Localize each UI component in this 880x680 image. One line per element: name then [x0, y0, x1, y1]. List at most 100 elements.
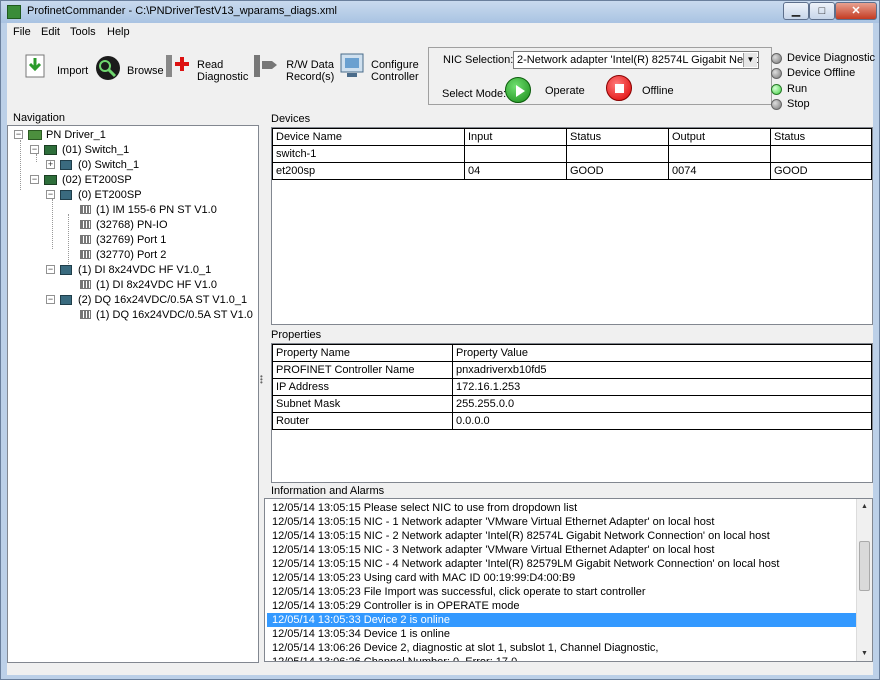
navigation-tree[interactable]: − PN Driver_1 − (01) Switch_1 + (0) Swit…: [7, 125, 259, 663]
legend-label: Device Offline: [787, 67, 856, 79]
log-line[interactable]: 12/05/14 13:05:23 Using card with MAC ID…: [267, 571, 856, 585]
rw-label-1: R/W Data: [286, 59, 334, 71]
properties-title: Properties: [271, 329, 322, 341]
table-cell: 0.0.0.0: [452, 412, 872, 430]
nic-label: NIC Selection:: [443, 54, 514, 66]
log-title: Information and Alarms: [271, 485, 385, 497]
log-line[interactable]: 12/05/14 13:05:23 File Import was succes…: [267, 585, 856, 599]
tree-line: [20, 140, 21, 190]
menu-tools[interactable]: Tools: [70, 26, 96, 38]
tree-node-label: (02) ET200SP: [62, 174, 132, 186]
tree-node-label: (0) ET200SP: [78, 189, 142, 201]
log-line[interactable]: 12/05/14 13:05:15 NIC - 2 Network adapte…: [267, 529, 856, 543]
legend-label: Stop: [787, 98, 810, 110]
stop-icon: [615, 84, 624, 93]
app-window: ProfinetCommander - C:\PNDriverTestV13_w…: [0, 0, 880, 680]
collapse-icon[interactable]: −: [30, 145, 39, 154]
nic-dropdown[interactable]: 2-Network adapter 'Intel(R) 82574L Gigab…: [513, 51, 759, 69]
expand-icon[interactable]: +: [46, 160, 55, 169]
read-diagnostic-label: Read Diagnostic: [197, 59, 248, 83]
table-row[interactable]: switch-1: [272, 145, 872, 163]
column-header[interactable]: Property Name: [272, 344, 453, 362]
collapse-icon[interactable]: −: [30, 175, 39, 184]
tree-node-label: (1) DI 8x24VDC HF V1.0_1: [78, 264, 212, 276]
log-listbox[interactable]: 12/05/14 13:05:15 Please select NIC to u…: [264, 498, 873, 662]
table-row[interactable]: IP Address 172.16.1.253: [272, 378, 872, 396]
first-aid-icon: [166, 55, 189, 77]
log-line[interactable]: 12/05/14 13:05:29 Controller is in OPERA…: [267, 599, 856, 613]
vertical-scrollbar[interactable]: ▲ ▼: [856, 499, 872, 661]
module-icon: [60, 190, 72, 200]
scroll-up-icon[interactable]: ▲: [857, 499, 872, 514]
nic-selection-group: NIC Selection: 2-Network adapter 'Intel(…: [428, 47, 772, 105]
devices-title: Devices: [271, 113, 311, 125]
pc-icon: [28, 130, 42, 140]
collapse-icon[interactable]: −: [46, 265, 55, 274]
title-bar[interactable]: ProfinetCommander - C:\PNDriverTestV13_w…: [1, 1, 879, 23]
chevron-down-icon[interactable]: ▼: [743, 53, 757, 67]
log-line[interactable]: 12/05/14 13:05:33 Device 2 is online: [267, 613, 856, 627]
table-header-row: Device Name Input Status Output Status: [272, 128, 872, 146]
table-row[interactable]: et200sp 04 GOOD 0074 GOOD: [272, 162, 872, 180]
import-label: Import: [57, 65, 89, 77]
log-line[interactable]: 12/05/14 13:05:15 NIC - 4 Network adapte…: [267, 557, 856, 571]
close-button[interactable]: ✕: [835, 2, 877, 20]
column-header[interactable]: Property Value: [452, 344, 872, 362]
rw-label-2: Record(s): [286, 71, 335, 83]
tree-line: [52, 199, 53, 249]
table-cell: Subnet Mask: [272, 395, 453, 413]
tree-node-label: (1) IM 155-6 PN ST V1.0: [96, 204, 217, 216]
module-icon: [60, 160, 72, 170]
column-header[interactable]: Input: [464, 128, 567, 146]
config-label-1: Configure: [371, 59, 419, 71]
tree-node-label: (1) DQ 16x24VDC/0.5A ST V1.0: [96, 309, 253, 321]
controller-icon: [340, 53, 364, 77]
collapse-icon[interactable]: −: [46, 190, 55, 199]
rw-arrows-icon: [254, 55, 277, 77]
tree-line: [36, 154, 37, 162]
column-header[interactable]: Status: [566, 128, 669, 146]
collapse-icon[interactable]: −: [14, 130, 23, 139]
log-line[interactable]: 12/05/14 13:05:15 Please select NIC to u…: [267, 501, 856, 515]
devices-table: Device Name Input Status Output Status s…: [272, 128, 872, 180]
column-header[interactable]: Output: [668, 128, 771, 146]
scroll-down-icon[interactable]: ▼: [857, 646, 872, 661]
table-row[interactable]: Subnet Mask 255.255.0.0: [272, 395, 872, 413]
menu-file[interactable]: File: [13, 26, 31, 38]
log-line[interactable]: 12/05/14 13:06:26 Device 2, diagnostic a…: [267, 641, 856, 655]
log-line[interactable]: 12/05/14 13:05:15 NIC - 1 Network adapte…: [267, 515, 856, 529]
properties-panel: Property Name Property Value PROFINET Co…: [271, 343, 873, 483]
config-label-2: Controller: [371, 71, 419, 83]
table-row[interactable]: Router 0.0.0.0: [272, 412, 872, 430]
minimize-button[interactable]: ▁: [783, 2, 809, 20]
maximize-button[interactable]: □: [809, 2, 835, 20]
table-cell: GOOD: [770, 162, 872, 180]
scroll-thumb[interactable]: [859, 541, 870, 591]
tree-node-label: (32769) Port 1: [96, 234, 167, 246]
log-line[interactable]: 12/05/14 13:05:15 NIC - 3 Network adapte…: [267, 543, 856, 557]
column-header[interactable]: Status: [770, 128, 872, 146]
tree-node-label: (0) Switch_1: [78, 159, 140, 171]
log-line[interactable]: 12/05/14 13:05:34 Device 1 is online: [267, 627, 856, 641]
collapse-icon[interactable]: −: [46, 295, 55, 304]
table-cell: IP Address: [272, 378, 453, 396]
table-row[interactable]: PROFINET Controller Name pnxadriverxb10fd…: [272, 361, 872, 379]
operate-button[interactable]: [505, 77, 531, 103]
table-cell: 04: [464, 162, 567, 180]
log-line[interactable]: 12/05/14 13:06:26 Channel Number: 0, Err…: [267, 655, 856, 661]
menu-bar: File Edit Tools Help: [7, 23, 873, 41]
splitter-handle[interactable]: • • •: [260, 373, 263, 387]
offline-button[interactable]: [606, 75, 632, 101]
tree-line: [68, 214, 69, 272]
table-cell: switch-1: [272, 145, 465, 163]
menu-help[interactable]: Help: [107, 26, 130, 38]
import-icon: [25, 54, 45, 78]
offline-label: Offline: [642, 85, 674, 97]
led-icon: [771, 68, 782, 79]
menu-edit[interactable]: Edit: [41, 26, 60, 38]
led-icon: [771, 84, 782, 95]
column-header[interactable]: Device Name: [272, 128, 465, 146]
table-header-row: Property Name Property Value: [272, 344, 872, 362]
devices-panel: Device Name Input Status Output Status s…: [271, 127, 873, 325]
tree-node-label: PN Driver_1: [46, 129, 106, 141]
